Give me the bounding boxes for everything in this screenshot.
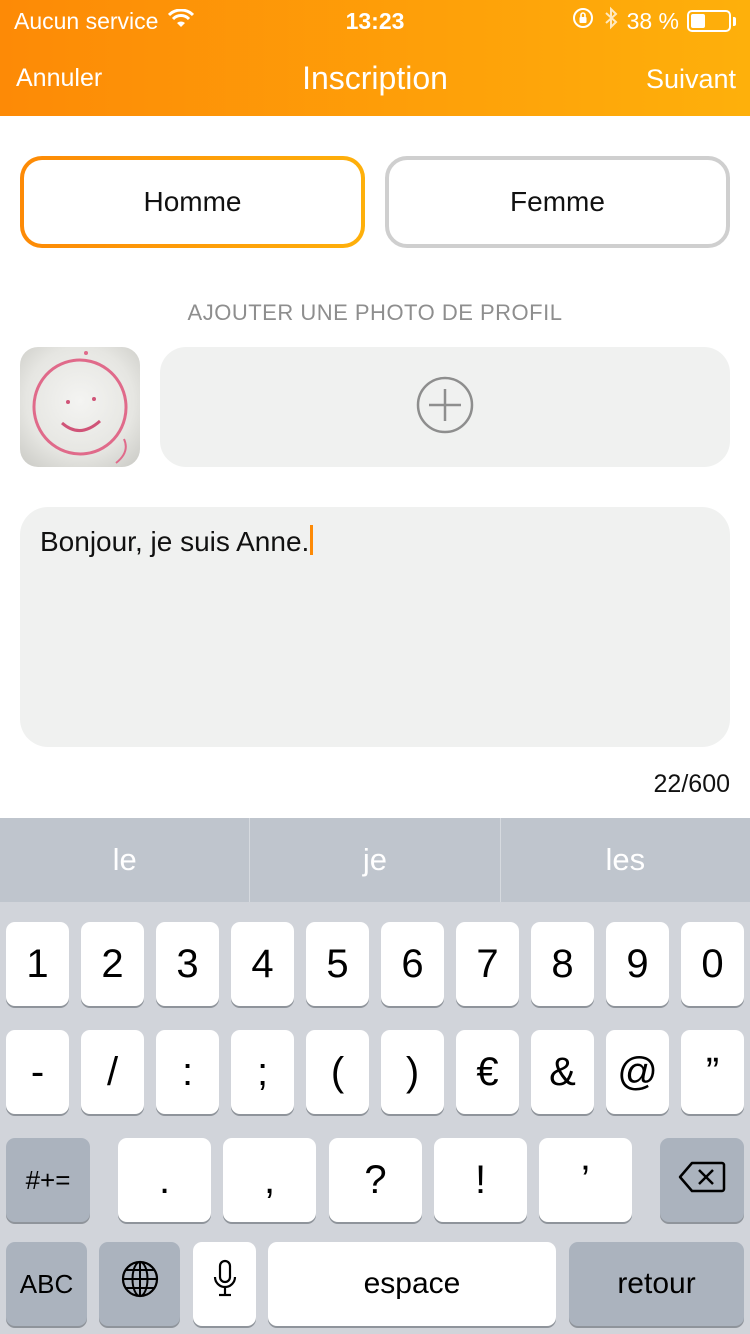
gender-male-button[interactable]: Homme bbox=[20, 156, 365, 248]
key-period[interactable]: . bbox=[118, 1138, 211, 1222]
gender-male-label: Homme bbox=[143, 186, 242, 217]
key-apostrophe[interactable]: ’ bbox=[539, 1138, 632, 1222]
key-more-symbols[interactable]: #+= bbox=[6, 1138, 90, 1222]
key-abc[interactable]: ABC bbox=[6, 1242, 87, 1326]
space-key[interactable]: espace bbox=[268, 1242, 556, 1326]
battery-tip bbox=[733, 16, 736, 26]
key-question[interactable]: ? bbox=[329, 1138, 422, 1222]
backspace-icon bbox=[678, 1158, 726, 1203]
return-key[interactable]: retour bbox=[569, 1242, 744, 1326]
globe-icon bbox=[120, 1259, 160, 1309]
key-ampersand[interactable]: & bbox=[531, 1030, 594, 1114]
bio-textarea[interactable]: Bonjour, je suis Anne. bbox=[20, 507, 730, 747]
dictation-key[interactable] bbox=[193, 1242, 256, 1326]
gender-female-button[interactable]: Femme bbox=[385, 156, 730, 248]
key-8[interactable]: 8 bbox=[531, 922, 594, 1006]
suggestion-item[interactable]: les bbox=[501, 818, 750, 902]
key-close-paren[interactable]: ) bbox=[381, 1030, 444, 1114]
suggestion-bar: le je les bbox=[0, 818, 750, 902]
key-quote[interactable]: ” bbox=[681, 1030, 744, 1114]
battery-percent: 38 % bbox=[626, 7, 679, 34]
navigation-bar: Annuler Inscription Suivant bbox=[0, 50, 750, 110]
gender-female-label: Femme bbox=[510, 186, 605, 217]
orientation-lock-icon bbox=[571, 6, 595, 36]
page-title: Inscription bbox=[302, 60, 448, 96]
key-5[interactable]: 5 bbox=[306, 922, 369, 1006]
key-0[interactable]: 0 bbox=[681, 922, 744, 1006]
suggestion-item[interactable]: le bbox=[0, 818, 251, 902]
globe-key[interactable] bbox=[99, 1242, 180, 1326]
character-counter: 22/600 bbox=[653, 770, 730, 798]
bio-text: Bonjour, je suis Anne. bbox=[40, 526, 310, 557]
key-4[interactable]: 4 bbox=[231, 922, 294, 1006]
key-6[interactable]: 6 bbox=[381, 922, 444, 1006]
header: Aucun service 13:23 38 % Annuler Inscrip… bbox=[0, 0, 750, 116]
plus-icon bbox=[415, 375, 475, 440]
bluetooth-icon bbox=[603, 6, 619, 36]
add-photo-label: AJOUTER UNE PHOTO DE PROFIL bbox=[187, 300, 563, 325]
battery-level bbox=[691, 14, 705, 28]
next-button[interactable]: Suivant bbox=[646, 64, 736, 95]
key-exclamation[interactable]: ! bbox=[434, 1138, 527, 1222]
key-2[interactable]: 2 bbox=[81, 922, 144, 1006]
key-1[interactable]: 1 bbox=[6, 922, 69, 1006]
key-colon[interactable]: : bbox=[156, 1030, 219, 1114]
status-bar: Aucun service 13:23 38 % bbox=[0, 0, 750, 40]
key-semicolon[interactable]: ; bbox=[231, 1030, 294, 1114]
key-comma[interactable]: , bbox=[223, 1138, 316, 1222]
add-photo-button[interactable] bbox=[160, 347, 730, 467]
delete-key[interactable] bbox=[660, 1138, 744, 1222]
key-9[interactable]: 9 bbox=[606, 922, 669, 1006]
key-open-paren[interactable]: ( bbox=[306, 1030, 369, 1114]
suggestion-item[interactable]: je bbox=[250, 818, 501, 902]
key-slash[interactable]: / bbox=[81, 1030, 144, 1114]
key-7[interactable]: 7 bbox=[456, 922, 519, 1006]
key-hyphen[interactable]: - bbox=[6, 1030, 69, 1114]
key-at[interactable]: @ bbox=[606, 1030, 669, 1114]
microphone-icon bbox=[212, 1259, 238, 1309]
key-euro[interactable]: € bbox=[456, 1030, 519, 1114]
battery-icon bbox=[687, 10, 731, 32]
text-caret bbox=[310, 525, 314, 555]
keyboard: le je les 1 2 3 4 5 6 7 8 9 0 - / : ; ( … bbox=[0, 818, 750, 1334]
avatar[interactable] bbox=[20, 347, 140, 467]
key-3[interactable]: 3 bbox=[156, 922, 219, 1006]
